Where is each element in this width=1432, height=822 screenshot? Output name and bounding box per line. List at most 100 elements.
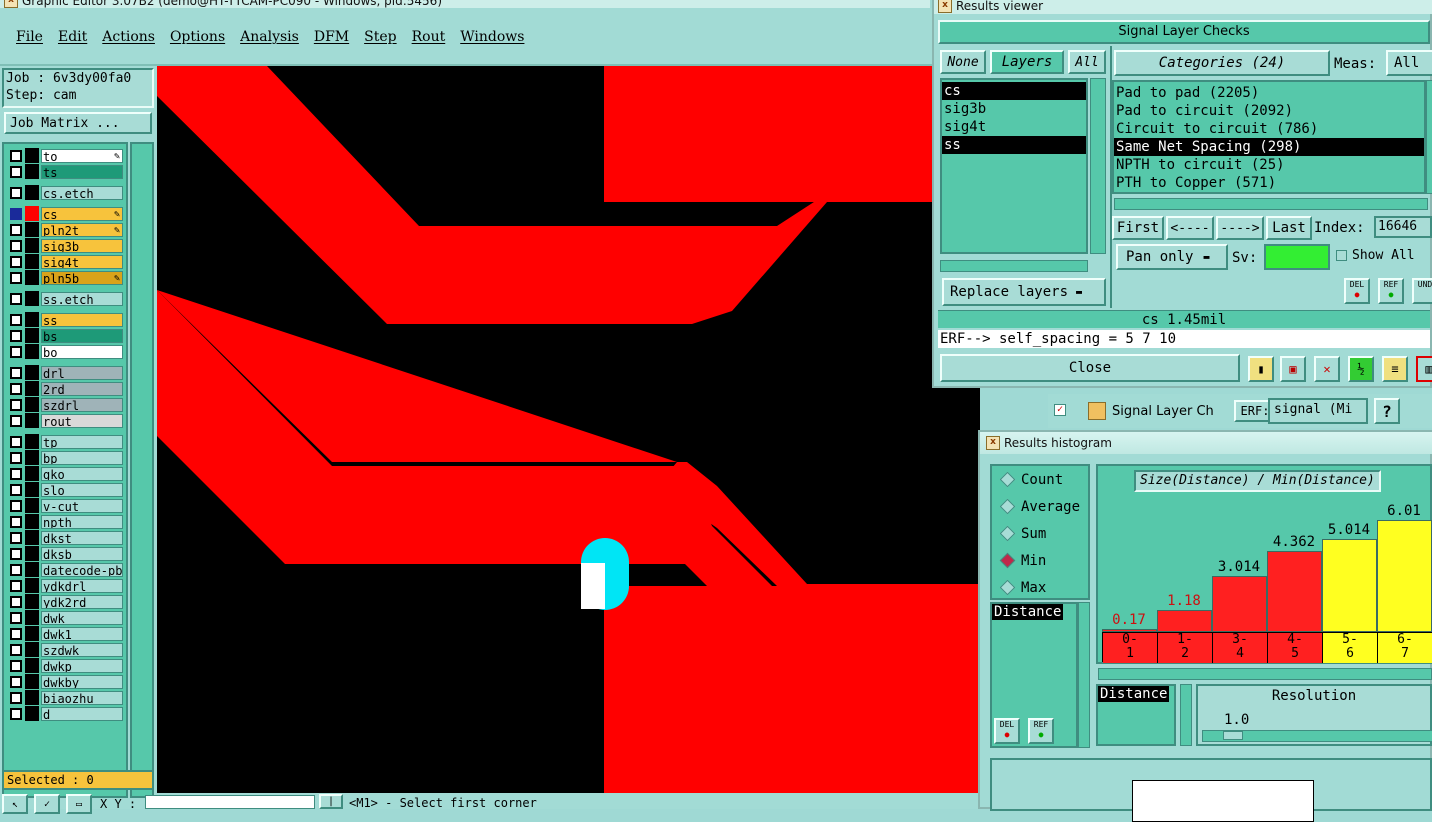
mode-radio-average[interactable]: Average [999,493,1088,520]
menu-file[interactable]: File [16,29,43,45]
histogram-bar[interactable] [1267,551,1322,632]
histogram-bin[interactable]: 4- 5 [1268,633,1323,663]
category-item[interactable]: NPTH to circuit (25) [1114,156,1424,174]
layer-row[interactable]: sig3b [10,238,123,253]
layer-list-scrollbar[interactable] [130,142,154,798]
layer-color-swatch[interactable] [25,291,39,306]
layer-name[interactable]: sig4t [41,254,123,269]
layer-row[interactable]: ydkdrl [10,578,123,593]
layer-name[interactable]: datecode-pbe [41,562,123,577]
layer-checkbox[interactable] [10,611,22,624]
layer-checkbox[interactable] [10,467,22,480]
all-layers-button[interactable]: All [1068,50,1106,74]
layer-row[interactable]: dwk1 [10,626,123,641]
layer-color-swatch[interactable] [25,594,39,609]
layer-checkbox[interactable] [10,165,22,178]
layer-name[interactable]: dwkby [41,674,123,689]
distance-item-2[interactable]: Distance [1098,686,1170,702]
layer-row[interactable]: 2rd [10,381,123,396]
layer-name[interactable]: v-cut [41,498,123,513]
layer-row[interactable]: szdrl [10,397,123,412]
coord-field[interactable] [145,795,315,809]
tool-icon-1[interactable]: ↖ [2,794,28,814]
layer-name[interactable]: bo [41,344,123,359]
layer-row[interactable]: d [10,706,123,721]
layer-name[interactable]: npth [41,514,123,529]
layer-row[interactable]: rout [10,413,123,428]
menu-options[interactable]: Options [170,29,225,45]
layer-color-swatch[interactable] [25,546,39,561]
last-button[interactable]: Last [1266,216,1312,240]
layer-color-swatch[interactable] [25,642,39,657]
layer-checkbox[interactable] [10,255,22,268]
resolution-slider[interactable] [1202,730,1432,742]
index-field[interactable]: 16646 [1374,216,1432,238]
layer-row[interactable]: pln5b ✎ [10,270,123,285]
first-button[interactable]: First [1112,216,1164,240]
layer-checkbox[interactable] [10,451,22,464]
layer-color-swatch[interactable] [25,578,39,593]
category-item[interactable]: Pad to circuit (2092) [1114,102,1424,120]
layer-color-swatch[interactable] [25,658,39,673]
layer-row[interactable]: cs.etch [10,185,123,200]
layer-color-swatch[interactable] [25,482,39,497]
layer-row[interactable]: ts [10,164,123,179]
layer-color-swatch[interactable] [25,562,39,577]
histogram-icon[interactable]: ▮ [1248,356,1274,382]
menu-edit[interactable]: Edit [58,29,87,45]
layer-row[interactable]: dwkby [10,674,123,689]
chart-hscroll[interactable] [1098,668,1432,680]
layer-checkbox[interactable] [10,239,22,252]
layer-checkbox[interactable] [10,292,22,305]
layer-row[interactable]: to ✎ [10,148,123,163]
layer-color-swatch[interactable] [25,674,39,689]
category-item[interactable]: PTH to Copper (571) [1114,174,1424,192]
layer-checkbox[interactable] [10,345,22,358]
layer-color-swatch[interactable] [25,365,39,380]
layer-name[interactable]: pln5b ✎ [41,270,123,285]
sv-color-dropdown[interactable] [1264,244,1330,270]
check-icon[interactable]: ✓ [1054,404,1066,416]
layer-name[interactable]: sig3b [41,238,123,253]
layer-checkbox[interactable] [10,547,22,560]
mode-radio-max[interactable]: Max [999,574,1088,601]
layer-row[interactable]: drl [10,365,123,380]
layer-row[interactable]: bp [10,450,123,465]
layer-checkbox[interactable] [10,659,22,672]
radio-diamond-icon[interactable] [999,471,1016,488]
layer-row[interactable]: ss [10,312,123,327]
layer-color-swatch[interactable] [25,222,39,237]
layer-color-swatch[interactable] [25,206,39,221]
layer-color-swatch[interactable] [25,514,39,529]
layer-row[interactable]: biaozhu [10,690,123,705]
layer-color-swatch[interactable] [25,498,39,513]
histogram-bar[interactable] [1377,520,1432,632]
categories-hscroll[interactable] [1114,198,1428,210]
layer-checkbox[interactable] [10,329,22,342]
results-layer-item[interactable]: cs [942,82,1086,100]
layer-row[interactable]: v-cut [10,498,123,513]
distance-item[interactable]: Distance [992,604,1064,620]
chart-icon[interactable]: ▥ [1416,356,1432,382]
layer-color-swatch[interactable] [25,238,39,253]
undo-button[interactable]: UND [1412,278,1432,304]
tool-icon-3[interactable]: ▭ [66,794,92,814]
results-layers-vscroll[interactable] [1090,78,1106,254]
category-item[interactable]: Same Net Spacing (298) [1114,138,1424,156]
close-button[interactable]: Close [940,354,1240,382]
layer-checkbox[interactable] [10,382,22,395]
layer-color-swatch[interactable] [25,328,39,343]
menu-analysis[interactable]: Analysis [240,29,299,45]
layer-name[interactable]: ss.etch [41,291,123,306]
layer-color-swatch[interactable] [25,397,39,412]
layer-checkbox[interactable] [10,515,22,528]
distance-list-scroll[interactable] [1078,602,1090,748]
replace-layers-dropdown[interactable]: Replace layers ▬ [942,278,1106,306]
layer-color-swatch[interactable] [25,450,39,465]
layer-color-swatch[interactable] [25,413,39,428]
layer-row[interactable]: ss.etch [10,291,123,306]
layer-checkbox[interactable] [10,627,22,640]
layer-row[interactable]: sig4t [10,254,123,269]
layer-checkbox[interactable] [10,483,22,496]
histogram-bar[interactable] [1212,576,1267,632]
